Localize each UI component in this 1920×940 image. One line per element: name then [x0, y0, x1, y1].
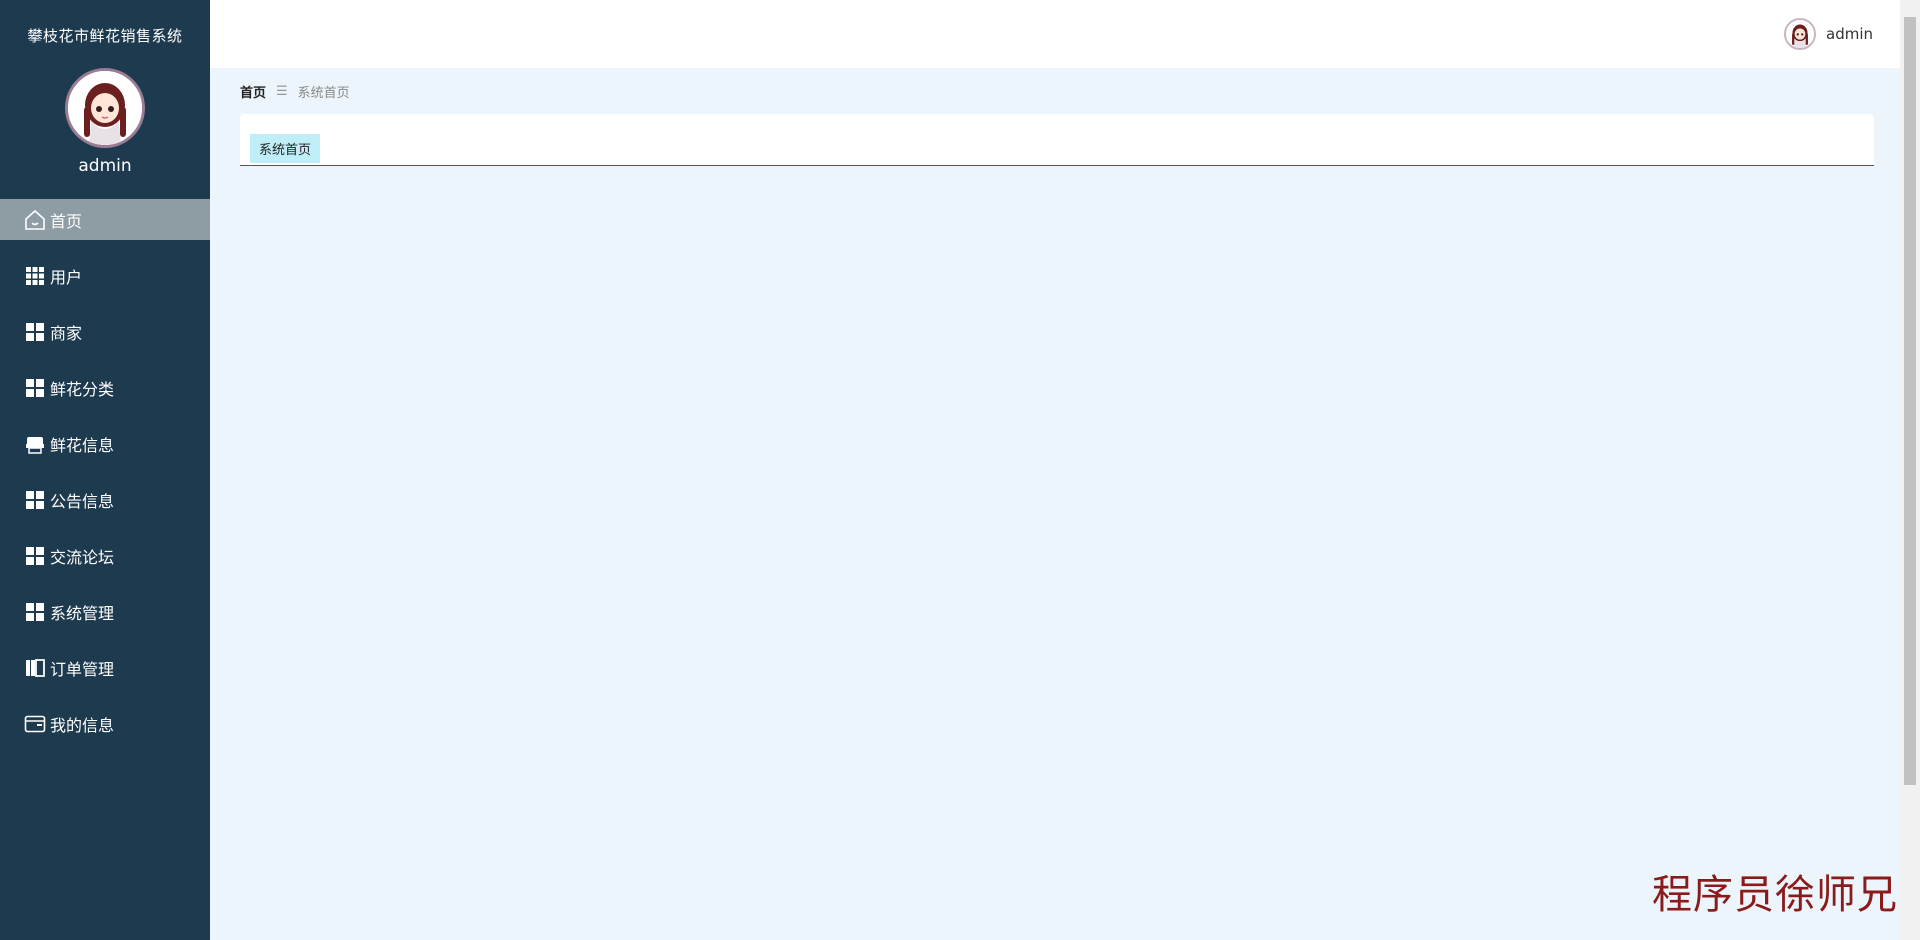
sidebar-menu: 首页 用户 商家 鲜花分类 鲜花信息 公告信息 交流论坛 系统管理 订单管理 我… [0, 199, 210, 744]
top-header: admin [210, 0, 1900, 68]
sidebar-item-my-info[interactable]: 我的信息 [0, 703, 210, 744]
grid-4-icon [24, 545, 46, 567]
sidebar-profile: admin [0, 68, 210, 176]
sidebar-item-label: 首页 [50, 211, 83, 231]
wallet-icon [24, 713, 46, 735]
sidebar: 攀枝花市鲜花销售系统 admin 首页 用户 商家 鲜花分类 鲜花信息 公告信息… [0, 0, 210, 940]
breadcrumb-current: 系统首页 [297, 86, 350, 101]
avatar [65, 68, 145, 148]
breadcrumb-home[interactable]: 首页 [240, 82, 266, 101]
sidebar-item-merchants[interactable]: 商家 [0, 311, 210, 352]
book-icon [24, 657, 46, 679]
header-user-name: admin [1826, 25, 1873, 43]
tab-system-home[interactable]: 系统首页 [250, 134, 321, 163]
printer-icon [24, 433, 46, 455]
app-title: 攀枝花市鲜花销售系统 [27, 26, 183, 45]
grid-4-icon [24, 321, 46, 343]
sidebar-item-label: 公告信息 [50, 491, 115, 511]
sidebar-item-label: 我的信息 [50, 715, 115, 735]
sidebar-item-forum[interactable]: 交流论坛 [0, 535, 210, 576]
grid-4-icon [24, 377, 46, 399]
sidebar-item-announcements[interactable]: 公告信息 [0, 479, 210, 520]
avatar [1784, 18, 1816, 50]
sidebar-item-label: 鲜花分类 [50, 379, 115, 399]
sidebar-item-system-management[interactable]: 系统管理 [0, 591, 210, 632]
grid-9-icon [24, 265, 46, 287]
breadcrumb-separator: ☰ [276, 84, 288, 99]
page-scrollbar[interactable] [1900, 0, 1920, 940]
home-icon [24, 209, 46, 231]
sidebar-item-label: 用户 [50, 267, 83, 287]
sidebar-item-label: 商家 [50, 323, 83, 343]
breadcrumb: 首页 ☰ 系统首页 [240, 82, 350, 101]
sidebar-item-home[interactable]: 首页 [0, 199, 210, 240]
watermark: 程序员徐师兄 [1652, 872, 1898, 918]
sidebar-item-flower-category[interactable]: 鲜花分类 [0, 367, 210, 408]
sidebar-item-users[interactable]: 用户 [0, 255, 210, 296]
sidebar-item-order-management[interactable]: 订单管理 [0, 647, 210, 688]
grid-4-icon [24, 601, 46, 623]
profile-name: admin [78, 156, 132, 176]
sidebar-item-label: 鲜花信息 [50, 435, 115, 455]
scrollbar-thumb[interactable] [1904, 17, 1916, 785]
user-menu[interactable]: admin [1784, 18, 1873, 50]
sidebar-item-label: 订单管理 [50, 659, 115, 679]
sidebar-item-flower-info[interactable]: 鲜花信息 [0, 423, 210, 464]
sidebar-item-label: 交流论坛 [50, 547, 115, 567]
tabs-bar: 系统首页 [240, 114, 1874, 166]
grid-4-icon [24, 489, 46, 511]
sidebar-item-label: 系统管理 [50, 603, 115, 623]
